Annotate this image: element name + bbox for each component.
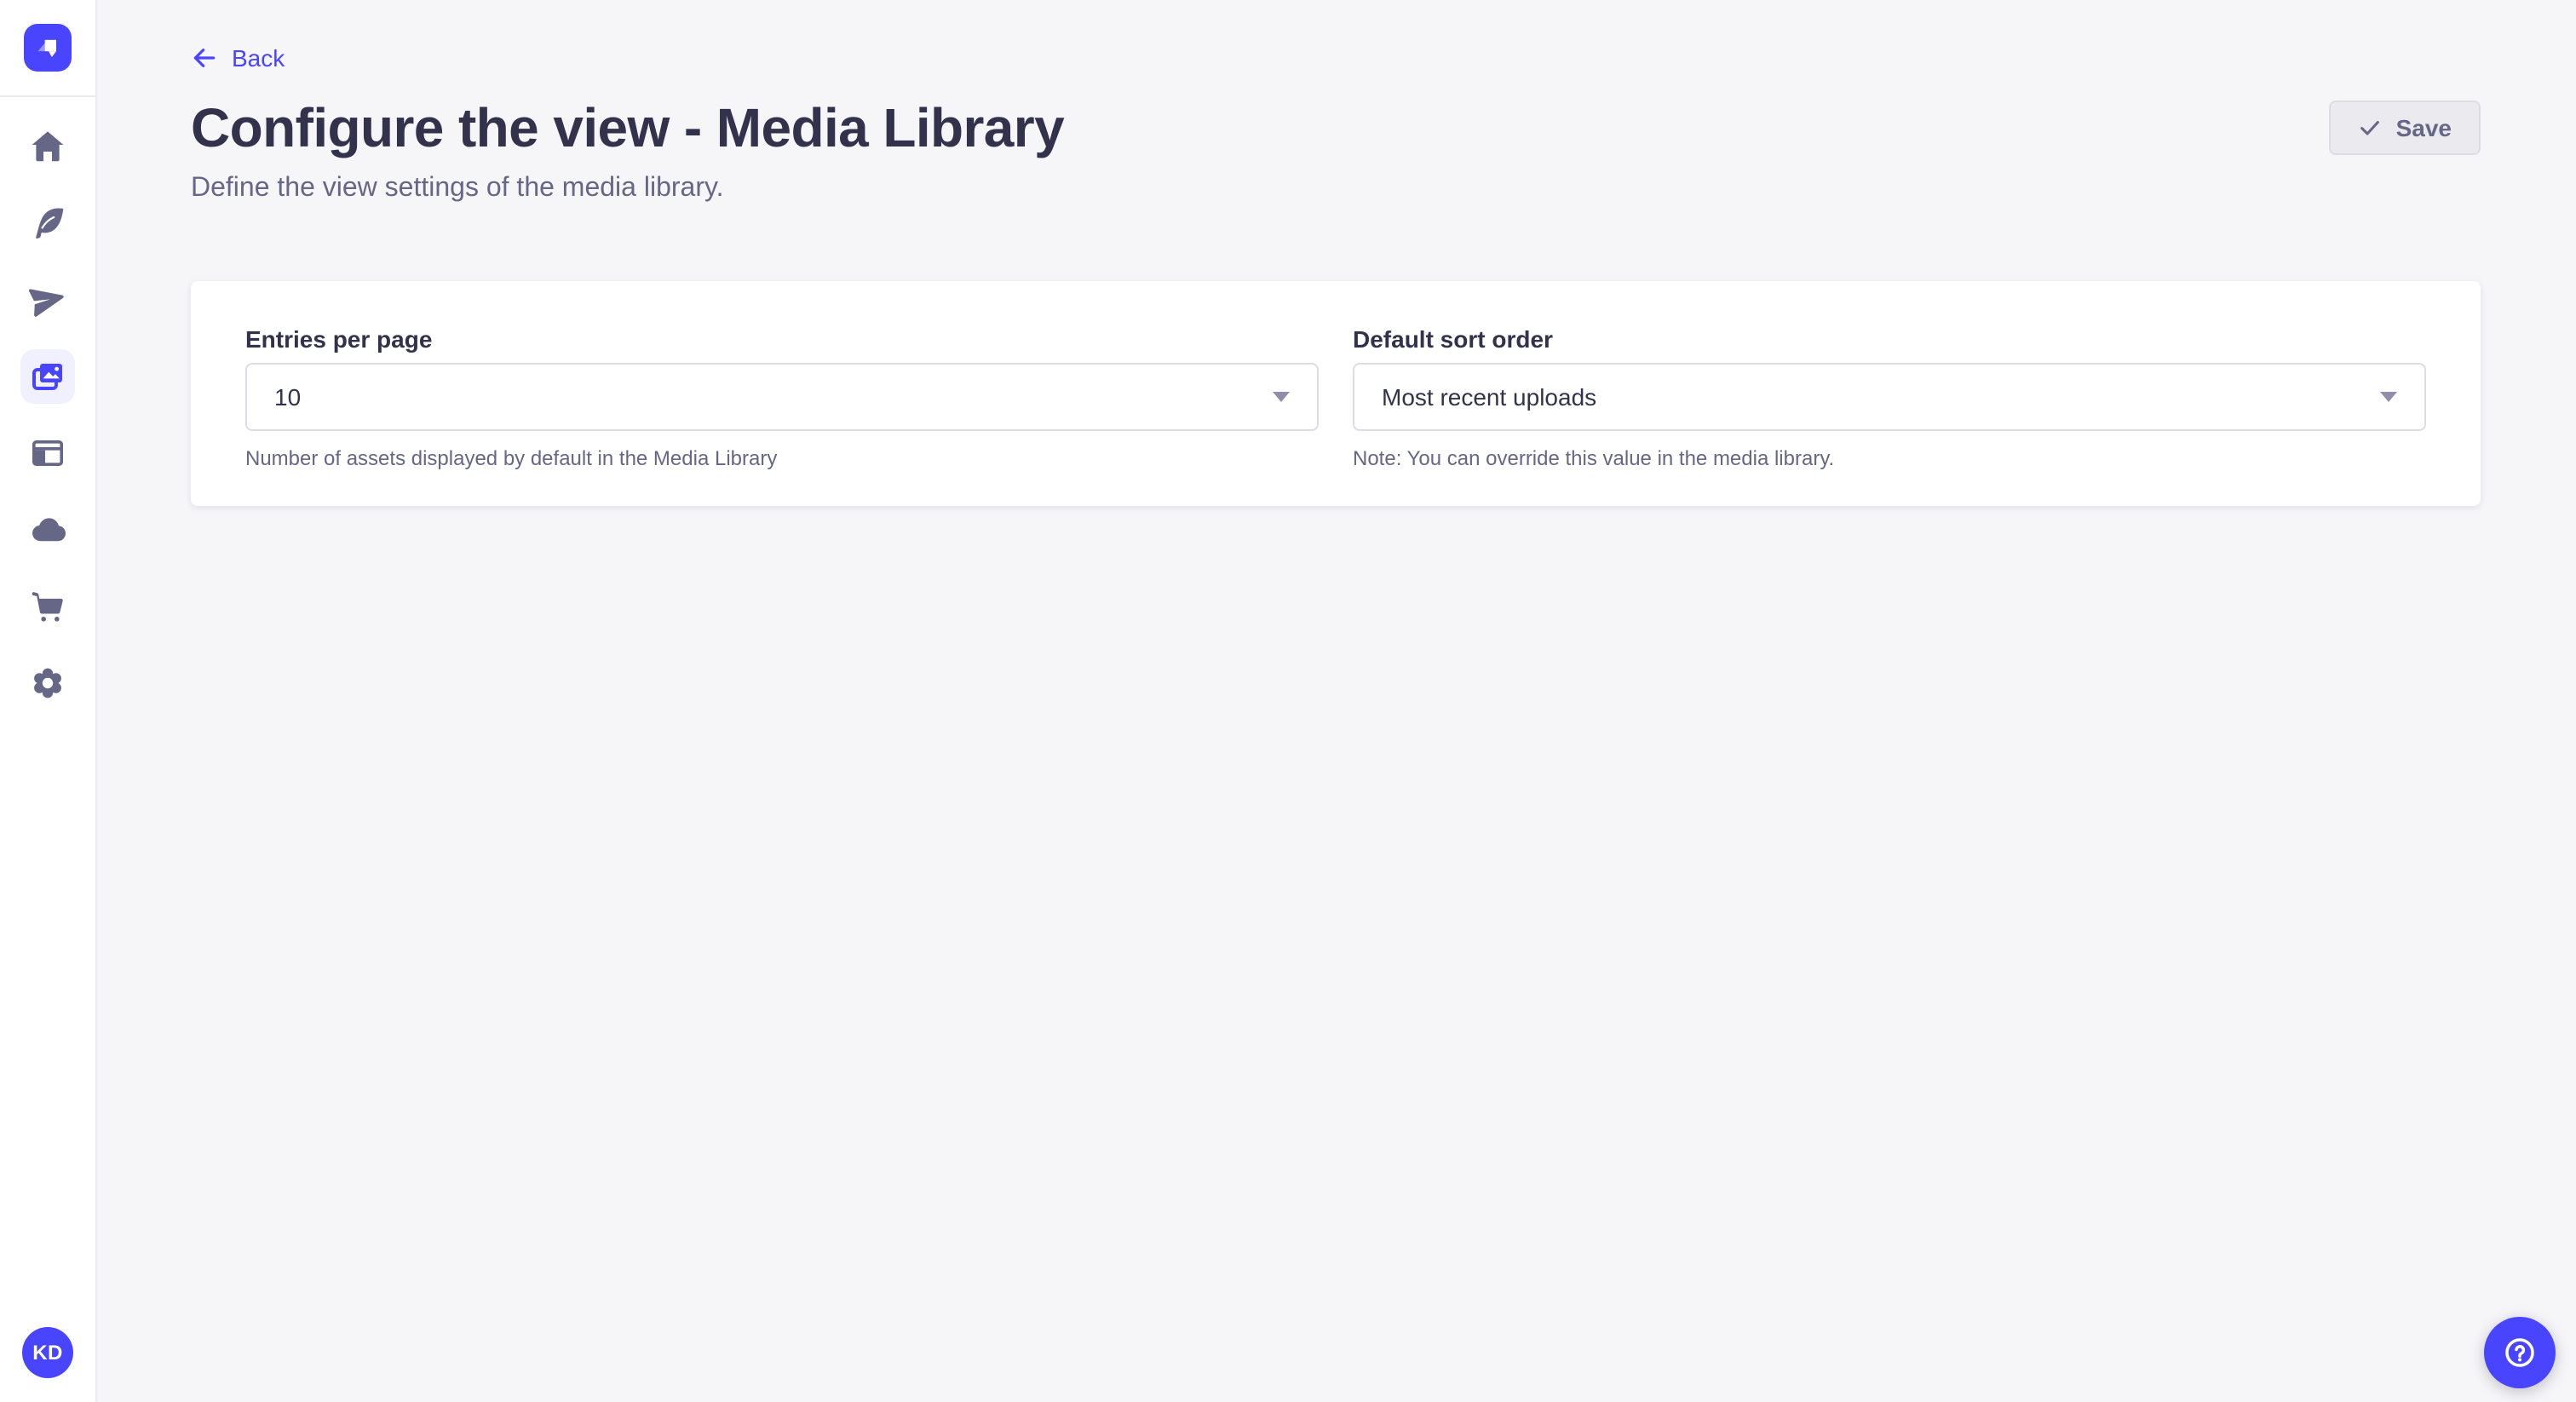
strapi-logo-glyph	[31, 31, 65, 65]
default-sort-order-select[interactable]: Most recent uploads	[1353, 363, 2426, 431]
strapi-logo-icon	[24, 24, 72, 72]
avatar[interactable]: KD	[22, 1327, 73, 1378]
media-library-icon	[27, 356, 68, 397]
back-link[interactable]: Back	[191, 41, 285, 75]
back-label: Back	[232, 44, 285, 72]
sidebar-item-content-type-builder[interactable]	[20, 426, 75, 480]
app-root: KD Back Configure the view - Media Libra…	[0, 0, 2576, 1402]
default-sort-order-label: Default sort order	[1353, 322, 2426, 356]
sidebar-item-settings[interactable]	[20, 656, 75, 710]
strapi-logo[interactable]	[0, 0, 95, 97]
sidebar-item-marketplace[interactable]	[20, 579, 75, 634]
page-subtitle: Define the view settings of the media li…	[191, 169, 2481, 210]
cart-icon	[27, 586, 68, 627]
cloud-icon	[27, 509, 68, 550]
question-mark-icon	[2501, 1334, 2539, 1371]
page-title: Configure the view - Media Library	[191, 94, 1064, 162]
check-icon	[2359, 116, 2383, 140]
main-content: Back Configure the view - Media Library …	[95, 0, 2576, 1402]
view-settings-card: Entries per page 10 Number of assets dis…	[191, 281, 2481, 506]
arrow-left-icon	[191, 44, 218, 72]
chevron-down-icon	[2380, 392, 2397, 402]
sidebar-item-content-manager[interactable]	[20, 196, 75, 250]
home-icon	[27, 126, 68, 167]
chevron-down-icon	[1273, 392, 1290, 402]
field-entries-per-page: Entries per page 10 Number of assets dis…	[245, 322, 1319, 472]
sidebar: KD	[0, 0, 97, 1402]
default-sort-order-hint: Note: You can override this value in the…	[1353, 445, 2426, 472]
paper-plane-icon	[27, 279, 68, 320]
help-button[interactable]	[2484, 1317, 2556, 1388]
field-default-sort-order: Default sort order Most recent uploads N…	[1353, 322, 2426, 472]
sidebar-item-releases[interactable]	[20, 273, 75, 327]
entries-per-page-select[interactable]: 10	[245, 363, 1319, 431]
sidebar-nav	[0, 97, 95, 710]
sidebar-item-media-library[interactable]	[20, 349, 75, 404]
layout-window-icon	[27, 433, 68, 474]
sidebar-item-deploy[interactable]	[20, 503, 75, 557]
entries-per-page-label: Entries per page	[245, 322, 1319, 356]
entries-per-page-value: 10	[274, 383, 301, 411]
title-row: Configure the view - Media Library Save	[191, 94, 2481, 162]
default-sort-order-value: Most recent uploads	[1382, 383, 1596, 411]
save-label: Save	[2396, 114, 2452, 141]
sidebar-item-home[interactable]	[20, 119, 75, 174]
gear-icon	[27, 663, 68, 704]
entries-per-page-hint: Number of assets displayed by default in…	[245, 445, 1319, 472]
save-button[interactable]: Save	[2330, 101, 2481, 155]
feather-icon	[27, 203, 68, 244]
